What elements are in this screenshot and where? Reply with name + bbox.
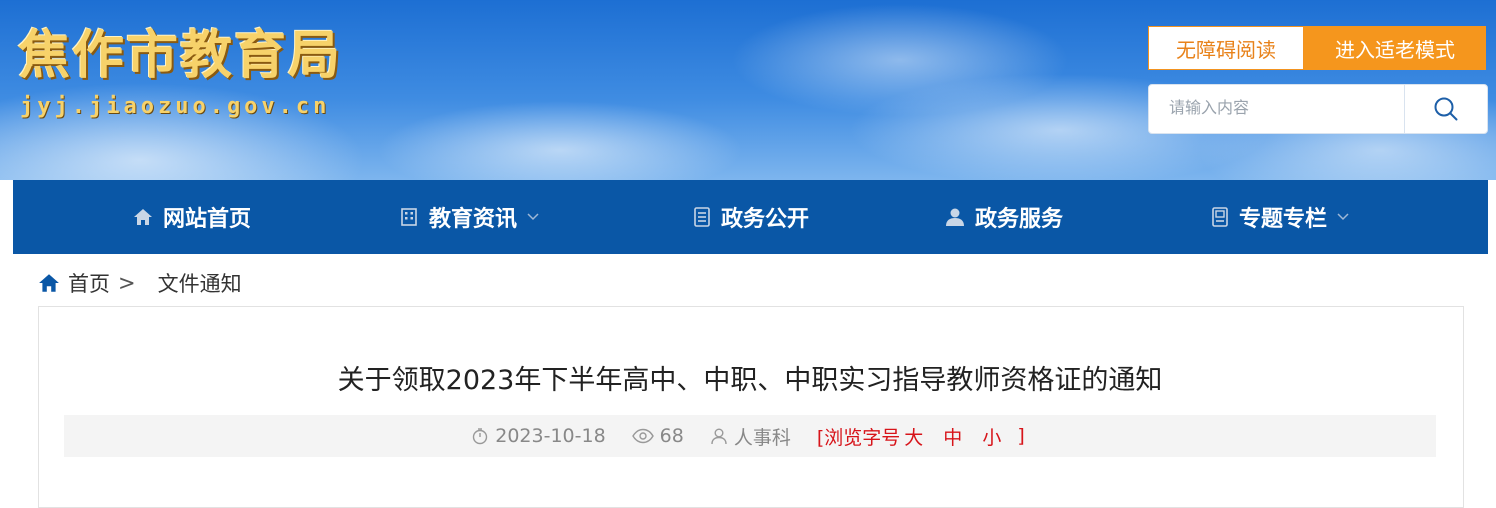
search-input[interactable] — [1149, 85, 1404, 133]
search-icon — [1434, 97, 1458, 121]
nav-item-education-news[interactable]: 教育资讯 — [399, 180, 539, 254]
document-icon — [693, 207, 711, 227]
chevron-down-icon — [527, 213, 539, 221]
user-icon — [945, 207, 965, 227]
search-box — [1148, 84, 1488, 134]
accessibility-reading-button[interactable]: 无障碍阅读 — [1148, 26, 1304, 70]
view-count-text: 68 — [659, 425, 684, 447]
nav-item-government-services[interactable]: 政务服务 — [945, 180, 1063, 254]
department: 人事科 — [710, 423, 791, 450]
nav-item-label: 教育资讯 — [429, 207, 518, 232]
nav-item-special-topics[interactable]: 专题专栏 — [1211, 180, 1349, 254]
building-icon — [399, 207, 419, 227]
font-size-close-bracket: ] — [1017, 425, 1025, 447]
breadcrumb: 首页 > 文件通知 — [38, 266, 242, 300]
department-text: 人事科 — [733, 426, 791, 449]
view-count: 68 — [631, 425, 684, 447]
nav-item-government-affairs[interactable]: 政务公开 — [693, 180, 809, 254]
nav-item-home[interactable]: 网站首页 — [133, 180, 251, 254]
breadcrumb-current-link[interactable]: 文件通知 — [158, 268, 242, 298]
elder-mode-button[interactable]: 进入适老模式 — [1304, 26, 1486, 70]
search-button[interactable] — [1404, 85, 1487, 133]
publish-date-text: 2023-10-18 — [495, 425, 606, 447]
font-size-large-button[interactable]: 大 — [904, 423, 923, 450]
nav-item-label: 政务公开 — [721, 207, 810, 232]
nav-item-label: 专题专栏 — [1239, 207, 1328, 232]
font-size-small-button[interactable]: 小 — [982, 423, 1001, 450]
breadcrumb-separator: > — [118, 271, 136, 295]
article-meta: 2023-10-18 68 人事科 [浏览字号 大 中 小 ] — [64, 415, 1436, 457]
user-icon — [711, 428, 727, 445]
home-icon — [38, 272, 60, 294]
clock-icon — [473, 428, 488, 445]
nav-item-label: 政务服务 — [975, 207, 1064, 232]
main-nav: 网站首页 教育资讯 政务公开 政务服务 专题专栏 — [13, 180, 1488, 254]
article-container — [38, 306, 1464, 508]
chevron-down-icon — [1337, 213, 1349, 221]
top-actions: 无障碍阅读 进入适老模式 — [1148, 26, 1486, 70]
eye-icon — [631, 428, 654, 444]
font-size-controls: [浏览字号 大 中 小 ] — [817, 423, 1029, 450]
site-title: 焦作市教育局 — [18, 25, 343, 86]
breadcrumb-home-link[interactable]: 首页 — [68, 268, 110, 298]
home-icon — [133, 207, 153, 227]
font-size-label: [浏览字号 — [816, 426, 901, 449]
nav-item-label: 网站首页 — [163, 207, 252, 232]
font-size-medium-button[interactable]: 中 — [943, 423, 962, 450]
publish-date: 2023-10-18 — [471, 425, 606, 447]
site-domain: jyj.jiaozuo.gov.cn — [20, 94, 331, 119]
article-title: 关于领取2023年下半年高中、中职、中职实习指导教师资格证的通知 — [337, 365, 1163, 396]
book-icon — [1211, 207, 1229, 227]
